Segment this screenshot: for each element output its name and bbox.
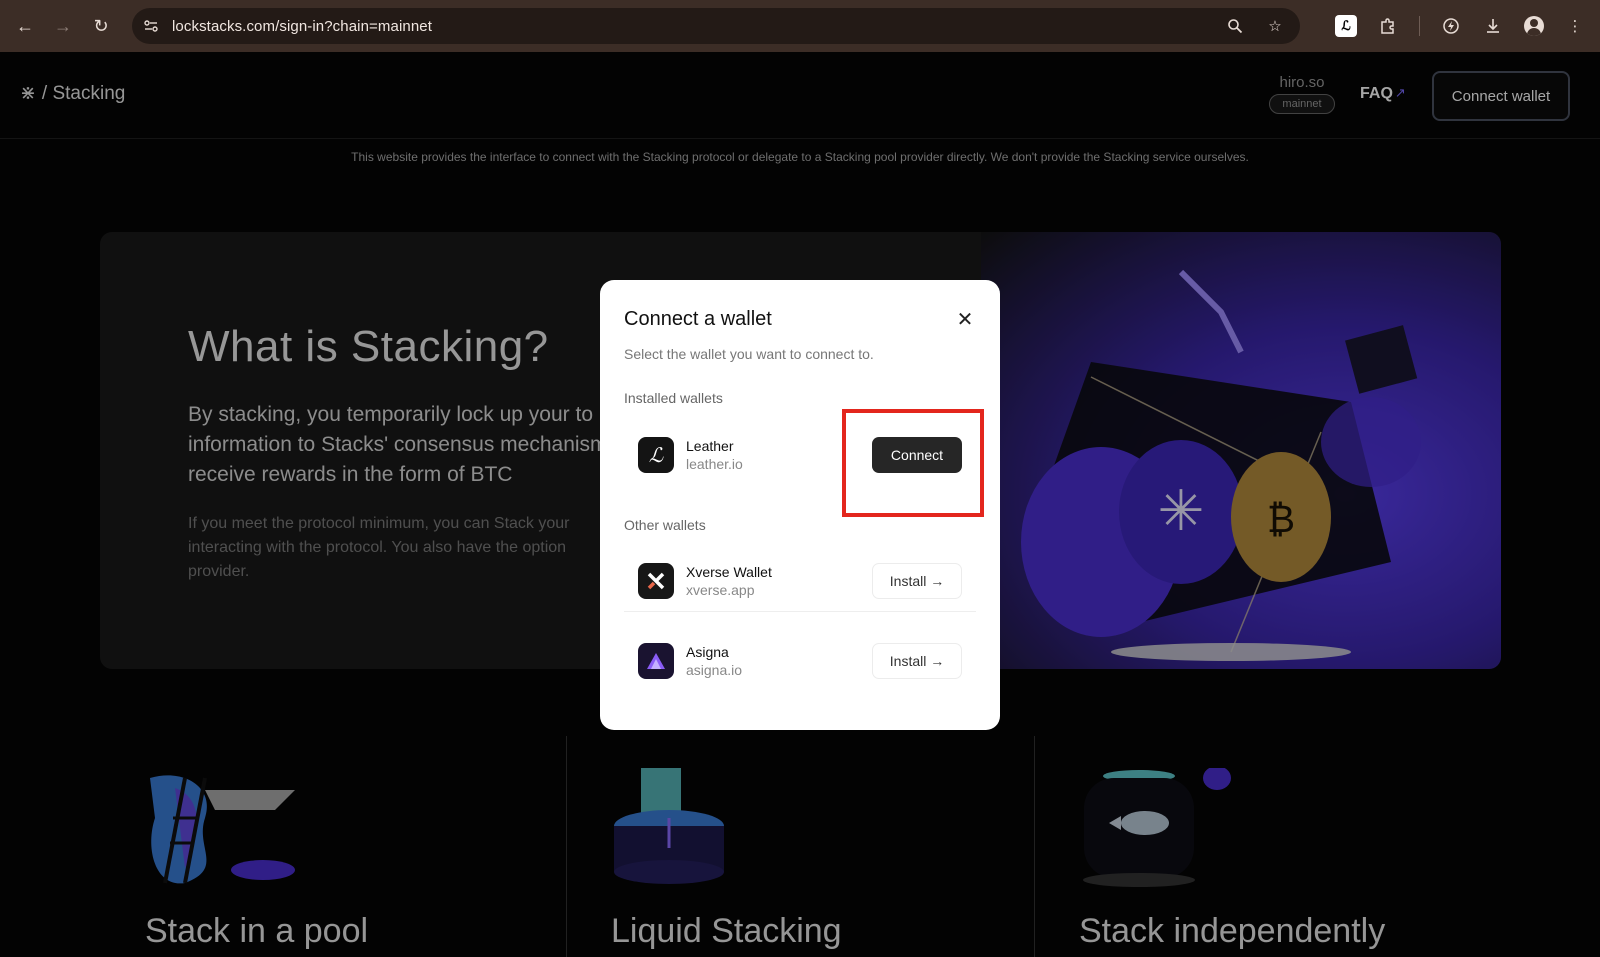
forward-icon[interactable]: → (50, 13, 76, 39)
performance-icon[interactable] (1440, 15, 1462, 37)
page: ⋇ / Stacking hiro.so mainnet FAQ ↗ Connec… (0, 52, 1600, 957)
zoom-icon[interactable] (1224, 15, 1246, 37)
other-wallets-label: Other wallets (624, 517, 706, 533)
wallet-domain: asigna.io (686, 662, 743, 678)
close-icon[interactable]: ✕ (954, 308, 976, 331)
extensions-puzzle-icon[interactable] (1377, 15, 1399, 37)
back-icon[interactable]: ← (12, 13, 38, 39)
wallet-name: Xverse Wallet (686, 563, 772, 580)
wallet-row-xverse[interactable]: Xverse Wallet xverse.app Install → (624, 550, 976, 612)
wallet-meta: Xverse Wallet xverse.app (686, 564, 772, 598)
leather-extension-icon[interactable]: ℒ (1335, 15, 1357, 37)
wallet-domain: leather.io (686, 456, 743, 472)
wallet-name: Asigna (686, 644, 729, 660)
bookmark-star-icon[interactable]: ☆ (1264, 15, 1286, 37)
wallet-name: Leather (686, 438, 734, 454)
wallet-meta: Asigna asigna.io (686, 644, 742, 678)
menu-icon[interactable]: ⋮ (1564, 15, 1586, 37)
address-bar[interactable]: lockstacks.com/sign-in?chain=mainnet ☆ (132, 8, 1300, 44)
download-icon[interactable] (1482, 15, 1504, 37)
toolbar-separator (1419, 16, 1420, 36)
modal-subtitle: Select the wallet you want to connect to… (624, 346, 874, 362)
reload-icon[interactable]: ↻ (88, 13, 114, 39)
url-text[interactable]: lockstacks.com/sign-in?chain=mainnet (172, 18, 432, 35)
highlight-annotation (842, 409, 984, 517)
profile-icon[interactable] (1524, 16, 1544, 36)
leather-logo-icon: ℒ (638, 437, 674, 473)
install-asigna-button[interactable]: Install → (872, 643, 962, 679)
wallet-domain: xverse.app (686, 581, 755, 598)
site-settings-icon[interactable] (142, 17, 160, 35)
asigna-logo-icon (638, 643, 674, 679)
installed-wallets-label: Installed wallets (624, 390, 723, 406)
install-xverse-button[interactable]: Install → (872, 563, 962, 599)
browser-toolbar: ← → ↻ lockstacks.com/sign-in?chain=mainn… (0, 0, 1600, 52)
modal-title: Connect a wallet (624, 308, 772, 330)
wallet-row-asigna[interactable]: Asigna asigna.io Install → (624, 630, 976, 692)
xverse-logo-icon (638, 562, 674, 599)
wallet-meta: Leather leather.io (686, 438, 743, 472)
